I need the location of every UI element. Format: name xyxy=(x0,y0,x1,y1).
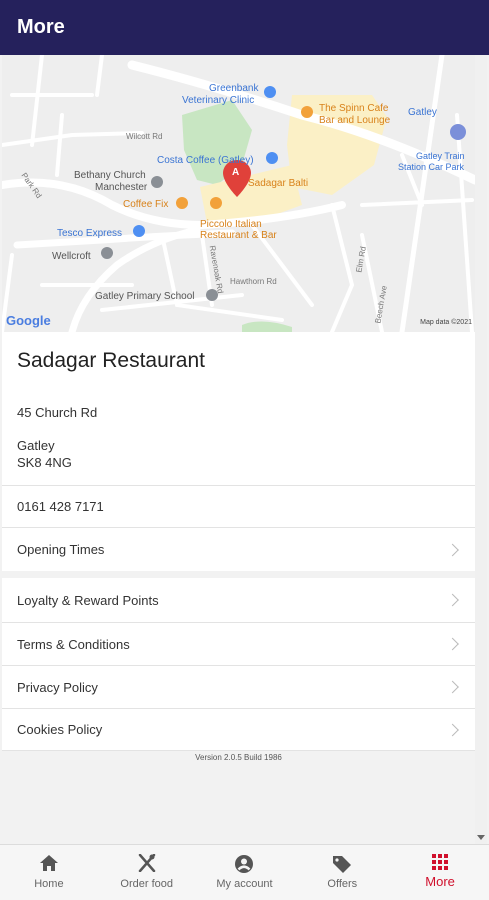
address-block: 45 Church Rd Gatley SK8 4NG xyxy=(2,390,475,485)
opening-times-label: Opening Times xyxy=(17,542,105,557)
tab-home[interactable]: Home xyxy=(0,845,98,900)
map-label: The Spinn Cafe xyxy=(319,103,389,114)
home-icon xyxy=(39,855,58,871)
page-title: More xyxy=(17,16,65,38)
tab-more[interactable]: More xyxy=(391,845,489,900)
cookies-row[interactable]: Cookies Policy xyxy=(2,708,475,751)
tab-order-food[interactable]: Order food xyxy=(98,845,196,900)
map-label: Sadagar Balti xyxy=(248,178,309,189)
bottom-tab-bar: Home Order food My account Offers More xyxy=(0,844,489,900)
address-postcode: SK8 4NG xyxy=(17,455,72,470)
loyalty-row[interactable]: Loyalty & Reward Points xyxy=(2,578,475,622)
restaurant-header: Sadagar Restaurant xyxy=(2,332,475,390)
phone-row[interactable]: 0161 428 7171 xyxy=(2,485,475,527)
cookies-label: Cookies Policy xyxy=(17,722,103,737)
phone-number[interactable]: 0161 428 7171 xyxy=(17,499,104,514)
tab-offers[interactable]: Offers xyxy=(293,845,391,900)
content-area[interactable]: Greenbank Veterinary Clinic The Spinn Ca… xyxy=(0,55,489,844)
scroll-down-arrow-icon[interactable] xyxy=(477,835,485,840)
restaurant-name: Sadagar Restaurant xyxy=(17,349,205,372)
tab-my-account[interactable]: My account xyxy=(196,845,294,900)
map-label: Costa Coffee (Gatley) xyxy=(157,155,254,166)
top-bar: More xyxy=(0,0,489,55)
map-label: Coffee Fix xyxy=(123,199,169,210)
map-label: Bar and Lounge xyxy=(319,115,391,126)
map-label: Tesco Express xyxy=(57,228,123,239)
tab-label: More xyxy=(425,874,455,889)
map-label: Hawthorn Rd xyxy=(230,277,277,286)
location-map[interactable]: Greenbank Veterinary Clinic The Spinn Ca… xyxy=(2,55,475,332)
grid-icon xyxy=(432,854,449,870)
tab-label: Offers xyxy=(327,878,358,890)
chevron-right-icon xyxy=(446,680,459,694)
opening-times-row[interactable]: Opening Times xyxy=(2,527,475,571)
map-label: Restaurant & Bar xyxy=(200,230,277,241)
map-label: Piccolo Italian xyxy=(200,219,262,230)
map-label: Wellcroft xyxy=(52,251,91,262)
tag-icon xyxy=(333,856,352,873)
details-card: 45 Church Rd Gatley SK8 4NG 0161 428 717… xyxy=(2,390,475,571)
terms-label: Terms & Conditions xyxy=(17,636,130,652)
loyalty-label: Loyalty & Reward Points xyxy=(17,592,159,608)
map-label: Greenbank xyxy=(209,83,259,94)
map-label: Manchester xyxy=(95,182,148,193)
privacy-row[interactable]: Privacy Policy xyxy=(2,665,475,708)
map-label: Gatley xyxy=(408,107,437,118)
chevron-right-icon xyxy=(446,593,459,607)
tab-label: Home xyxy=(34,878,64,890)
map-pin-letter: A xyxy=(232,167,240,178)
map-label: Wilcott Rd xyxy=(126,132,163,141)
map-label: Veterinary Clinic xyxy=(182,95,255,106)
chevron-right-icon xyxy=(446,543,459,556)
account-icon xyxy=(235,855,254,873)
google-logo[interactable]: Google xyxy=(6,313,51,328)
privacy-label: Privacy Policy xyxy=(17,679,98,695)
map-label: Station Car Park xyxy=(398,162,465,172)
map-label: Gatley Primary School xyxy=(95,291,195,302)
chevron-right-icon xyxy=(446,723,459,736)
map-label: Bethany Church xyxy=(74,170,146,181)
version-text: Version 2.0.5 Build 1986 xyxy=(195,753,282,762)
links-card: Loyalty & Reward Points Terms & Conditio… xyxy=(2,578,475,751)
map-label: Gatley Train xyxy=(416,151,465,161)
map-attribution[interactable]: Map data ©2021 xyxy=(420,319,472,326)
tab-label: Order food xyxy=(120,878,173,890)
terms-row[interactable]: Terms & Conditions xyxy=(2,622,475,665)
chevron-right-icon xyxy=(446,637,459,651)
address-town: Gatley xyxy=(17,438,55,453)
utensils-icon xyxy=(138,854,155,872)
address-line1: 45 Church Rd xyxy=(17,405,98,420)
scrollbar[interactable] xyxy=(475,55,487,844)
tab-label: My account xyxy=(216,878,273,890)
